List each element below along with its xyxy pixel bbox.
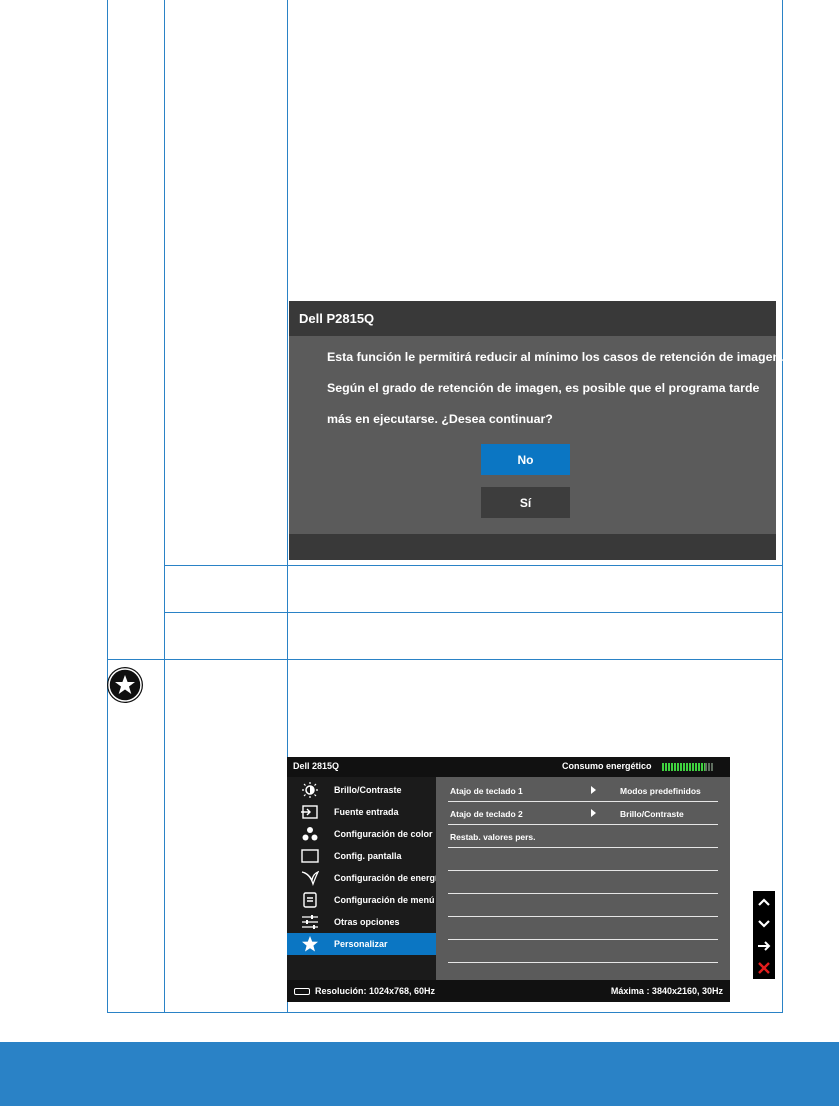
osd-menu-item-pantalla[interactable]: Config. pantalla xyxy=(287,845,436,867)
osd-model: Dell 2815Q xyxy=(293,761,340,771)
osd-statusbar: Resolución: 1024x768, 60Hz Máxima : 3840… xyxy=(287,980,730,1002)
osd-submenu-row-empty xyxy=(448,917,718,940)
osd-menu-item-menu[interactable]: Configuración de menú xyxy=(287,889,436,911)
submenu-row-label: Atajo de teclado 1 xyxy=(450,786,523,796)
osd-menu-label: Configuración de energía xyxy=(334,873,436,883)
confirmation-dialog: Dell P2815Q Esta función le permitirá re… xyxy=(289,301,784,560)
table-row-divider xyxy=(164,565,783,566)
energy-leaf-icon xyxy=(301,870,319,886)
osd-nav-buttons xyxy=(753,891,775,979)
osd-menu-label: Fuente entrada xyxy=(334,807,399,817)
dialog-bottombar xyxy=(289,534,776,560)
osd-submenu-row-empty xyxy=(448,940,718,963)
osd-submenu-row-shortcut2[interactable]: Atajo de teclado 2 Brillo/Contraste xyxy=(448,802,718,825)
input-source-icon xyxy=(301,805,318,819)
arrow-right-icon xyxy=(591,786,596,794)
osd-menu-label: Configuración de color xyxy=(334,829,433,839)
dialog-title: Dell P2815Q xyxy=(299,311,375,326)
osd-menu-label: Configuración de menú xyxy=(334,895,435,905)
star-icon xyxy=(108,668,142,702)
osd-menu-label: Otras opciones xyxy=(334,917,400,927)
si-button[interactable]: Sí xyxy=(481,487,570,518)
osd-submenu-row-reset[interactable]: Restab. valores pers. xyxy=(448,825,718,848)
chevron-down-icon xyxy=(758,920,770,928)
chevron-up-icon xyxy=(758,898,770,906)
submenu-row-label: Atajo de teclado 2 xyxy=(450,809,523,819)
osd-submenu: Atajo de teclado 1 Modos predefinidos At… xyxy=(436,777,730,980)
brightness-icon xyxy=(302,782,318,798)
submenu-row-label: Restab. valores pers. xyxy=(450,832,536,842)
display-icon xyxy=(301,849,319,863)
table-left-border xyxy=(107,0,108,1013)
osd-submenu-row-empty xyxy=(448,894,718,917)
arrow-right-icon xyxy=(591,809,596,817)
table-bottom-border xyxy=(107,1012,783,1013)
submenu-row-value: Modos predefinidos xyxy=(620,786,701,796)
osd-energy-label: Consumo energético xyxy=(562,761,652,771)
osd-max-resolution: Máxima : 3840x2160, 30Hz xyxy=(610,986,723,996)
osd-menu-item-brillo[interactable]: Brillo/Contraste xyxy=(287,779,436,801)
table-row-divider xyxy=(164,612,783,613)
table-col1-border xyxy=(164,0,165,1013)
star-icon xyxy=(302,936,318,952)
osd-submenu-row-shortcut1[interactable]: Atajo de teclado 1 Modos predefinidos xyxy=(448,779,718,802)
osd-menu-label: Config. pantalla xyxy=(334,851,402,861)
no-button[interactable]: No xyxy=(481,444,570,475)
osd-resolution: Resolución: 1024x768, 60Hz xyxy=(315,986,436,996)
osd-topbar: Dell 2815Q Consumo energético xyxy=(287,757,730,777)
down-button[interactable] xyxy=(753,913,775,935)
exit-button[interactable] xyxy=(753,957,775,979)
osd-menu-item-otras[interactable]: Otras opciones xyxy=(287,911,436,933)
dialog-message-line: Esta función le permitirá reducir al mín… xyxy=(327,350,784,364)
up-button[interactable] xyxy=(753,891,775,913)
dialog-titlebar: Dell P2815Q xyxy=(289,301,776,336)
submenu-row-value: Brillo/Contraste xyxy=(620,809,684,819)
osd-main-menu: Brillo/Contraste Fuente entrada Configur… xyxy=(287,777,436,980)
right-arrow-button[interactable] xyxy=(753,935,775,957)
osd-menu-label: Brillo/Contraste xyxy=(334,785,402,795)
table-row-divider xyxy=(107,659,783,660)
close-icon xyxy=(758,962,770,974)
arrow-right-icon xyxy=(758,941,771,951)
osd-submenu-row-empty xyxy=(448,871,718,894)
table-right-border xyxy=(782,0,783,1013)
osd-menu-item-color[interactable]: Configuración de color xyxy=(287,823,436,845)
dialog-message-line: más en ejecutarse. ¿Desea continuar? xyxy=(327,412,553,426)
energy-meter xyxy=(662,763,714,771)
connector-icon xyxy=(294,988,310,995)
dialog-message-line: Según el grado de retención de imagen, e… xyxy=(327,381,760,395)
osd-menu-item-energia[interactable]: Configuración de energía xyxy=(287,867,436,889)
osd-submenu-row-empty xyxy=(448,848,718,871)
osd-menu: Dell 2815Q Consumo energético Brillo/Con… xyxy=(287,757,730,1002)
menu-settings-icon xyxy=(303,892,317,908)
page-footer-band xyxy=(0,1042,839,1106)
color-dots-icon xyxy=(302,827,318,841)
personalize-badge xyxy=(107,667,143,703)
osd-menu-item-fuente[interactable]: Fuente entrada xyxy=(287,801,436,823)
osd-menu-item-personalizar[interactable]: Personalizar xyxy=(287,933,436,955)
osd-menu-label: Personalizar xyxy=(334,939,388,949)
sliders-icon xyxy=(302,915,318,929)
